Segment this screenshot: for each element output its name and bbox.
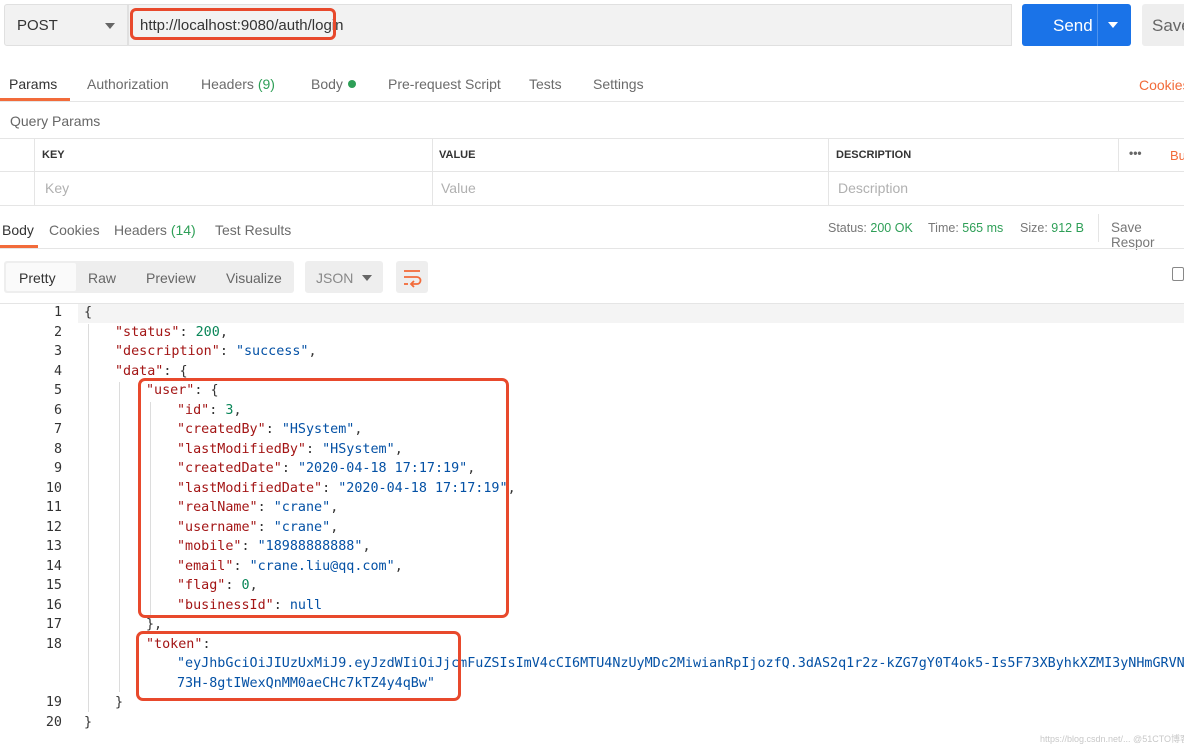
line-number: 11 <box>45 500 62 515</box>
status-divider <box>1098 214 1099 242</box>
description-value: "success" <box>235 344 309 359</box>
size-label: Size: <box>1020 221 1048 235</box>
line-number: 10 <box>45 480 62 496</box>
token-highlight-box <box>136 631 461 701</box>
response-tab-body[interactable]: Body <box>2 222 34 238</box>
params-col-divider <box>432 138 433 205</box>
line-number: 7 <box>53 422 62 437</box>
line-number: 1 <box>53 305 62 320</box>
view-mode-preview[interactable]: Preview <box>146 270 196 286</box>
response-tab-headers[interactable]: Headers (14) <box>114 222 196 238</box>
params-table-bottom-border <box>0 205 1184 206</box>
tab-headers-count: (9) <box>257 76 275 92</box>
chevron-down-icon <box>362 275 372 281</box>
time-value: 565 ms <box>962 221 1004 235</box>
value-input[interactable]: Value <box>441 180 476 196</box>
line-number: 17 <box>45 617 62 632</box>
wrap-lines-button[interactable] <box>396 261 428 293</box>
watermark: https://blog.csdn.net/... @51CTO博客 <box>1040 734 1184 744</box>
line-number: 19 <box>45 695 62 710</box>
tab-body[interactable]: Body <box>311 76 343 92</box>
chevron-down-icon <box>105 23 115 29</box>
send-button[interactable]: Send <box>1022 4 1131 46</box>
code-line: }, <box>146 617 163 632</box>
query-params-title: Query Params <box>10 113 101 129</box>
line-number: 12 <box>45 519 62 535</box>
save-button[interactable]: Save <box>1142 4 1184 46</box>
format-value: JSON <box>316 270 354 286</box>
view-mode-pretty[interactable]: Pretty <box>19 270 56 286</box>
tab-pre-request-script[interactable]: Pre-request Script <box>388 76 501 92</box>
response-headers-label: Headers <box>114 222 167 238</box>
copy-icon[interactable] <box>1172 267 1184 281</box>
more-options-icon[interactable]: ••• <box>1129 146 1142 160</box>
line-number: 20 <box>45 714 62 730</box>
cookies-link[interactable]: Cookies <box>1139 77 1184 93</box>
status-code-value: 200 <box>195 324 220 340</box>
save-response-button[interactable]: Save Respor <box>1111 220 1184 250</box>
user-highlight-box <box>138 378 509 618</box>
params-table-top-border <box>0 138 1184 139</box>
response-tab-test-results[interactable]: Test Results <box>215 222 291 238</box>
method-select[interactable]: POST <box>4 4 128 46</box>
wrap-lines-icon <box>404 270 422 288</box>
line-number: 3 <box>53 344 62 359</box>
params-table-header-border <box>0 171 1184 172</box>
description-input[interactable]: Description <box>838 180 908 196</box>
url-highlight-box <box>130 8 336 40</box>
send-divider <box>1097 4 1098 46</box>
tab-headers-label: Headers <box>201 76 254 92</box>
code-line: "data": { <box>115 363 188 379</box>
body-indicator-dot-icon <box>348 80 356 88</box>
status-label: Status: <box>828 221 867 235</box>
method-value: POST <box>17 17 58 34</box>
line-number: 16 <box>45 597 62 613</box>
params-col-divider <box>828 138 829 205</box>
send-label: Send <box>1053 16 1093 35</box>
time-label: Time: <box>928 221 959 235</box>
tab-headers[interactable]: Headers (9) <box>201 76 275 92</box>
params-col-divider <box>1118 138 1119 171</box>
size-value: 912 B <box>1051 221 1084 235</box>
url-input[interactable]: http://localhost:9080/auth/login <box>128 4 1012 46</box>
size-readout: Size: 912 B <box>1020 221 1084 235</box>
response-headers-count: (14) <box>170 222 196 238</box>
bulk-edit-link[interactable]: Bu <box>1170 148 1184 163</box>
view-mode-visualize[interactable]: Visualize <box>226 270 282 286</box>
view-mode-raw[interactable]: Raw <box>88 270 116 286</box>
format-select[interactable]: JSON <box>305 261 383 293</box>
tab-tests[interactable]: Tests <box>529 76 562 92</box>
col-header-key: KEY <box>42 149 65 161</box>
code-line: "description": "success", <box>115 344 317 359</box>
response-tabs-divider <box>0 248 1184 249</box>
key-input[interactable]: Key <box>45 180 69 196</box>
col-header-value: VALUE <box>439 149 476 161</box>
line-number: 4 <box>53 363 62 379</box>
tab-params[interactable]: Params <box>9 76 57 92</box>
line-number: 18 <box>45 636 62 652</box>
code-line: } <box>115 695 124 710</box>
line-number: 5 <box>53 383 62 398</box>
status-value: 200 OK <box>870 221 913 235</box>
code-line: { <box>84 305 93 320</box>
line-number: 9 <box>53 461 62 476</box>
code-line: "status": 200, <box>115 324 228 340</box>
line-number: 6 <box>53 402 62 418</box>
status-readout: Status: 200 OK <box>828 221 913 235</box>
line-number: 15 <box>45 578 62 593</box>
tabs-divider <box>0 101 1184 102</box>
tab-settings[interactable]: Settings <box>593 76 644 92</box>
line-number: 14 <box>45 558 62 574</box>
send-options-chevron-icon[interactable] <box>1108 22 1118 28</box>
line-number: 2 <box>53 324 62 340</box>
line-number: 8 <box>53 441 62 457</box>
col-header-description: DESCRIPTION <box>836 149 912 161</box>
line-number: 13 <box>45 539 62 554</box>
params-col-divider <box>34 138 35 205</box>
response-tab-cookies[interactable]: Cookies <box>49 222 100 238</box>
tab-authorization[interactable]: Authorization <box>87 76 169 92</box>
time-readout: Time: 565 ms <box>928 221 1003 235</box>
code-line: } <box>84 714 93 730</box>
save-label: Save <box>1152 16 1184 35</box>
